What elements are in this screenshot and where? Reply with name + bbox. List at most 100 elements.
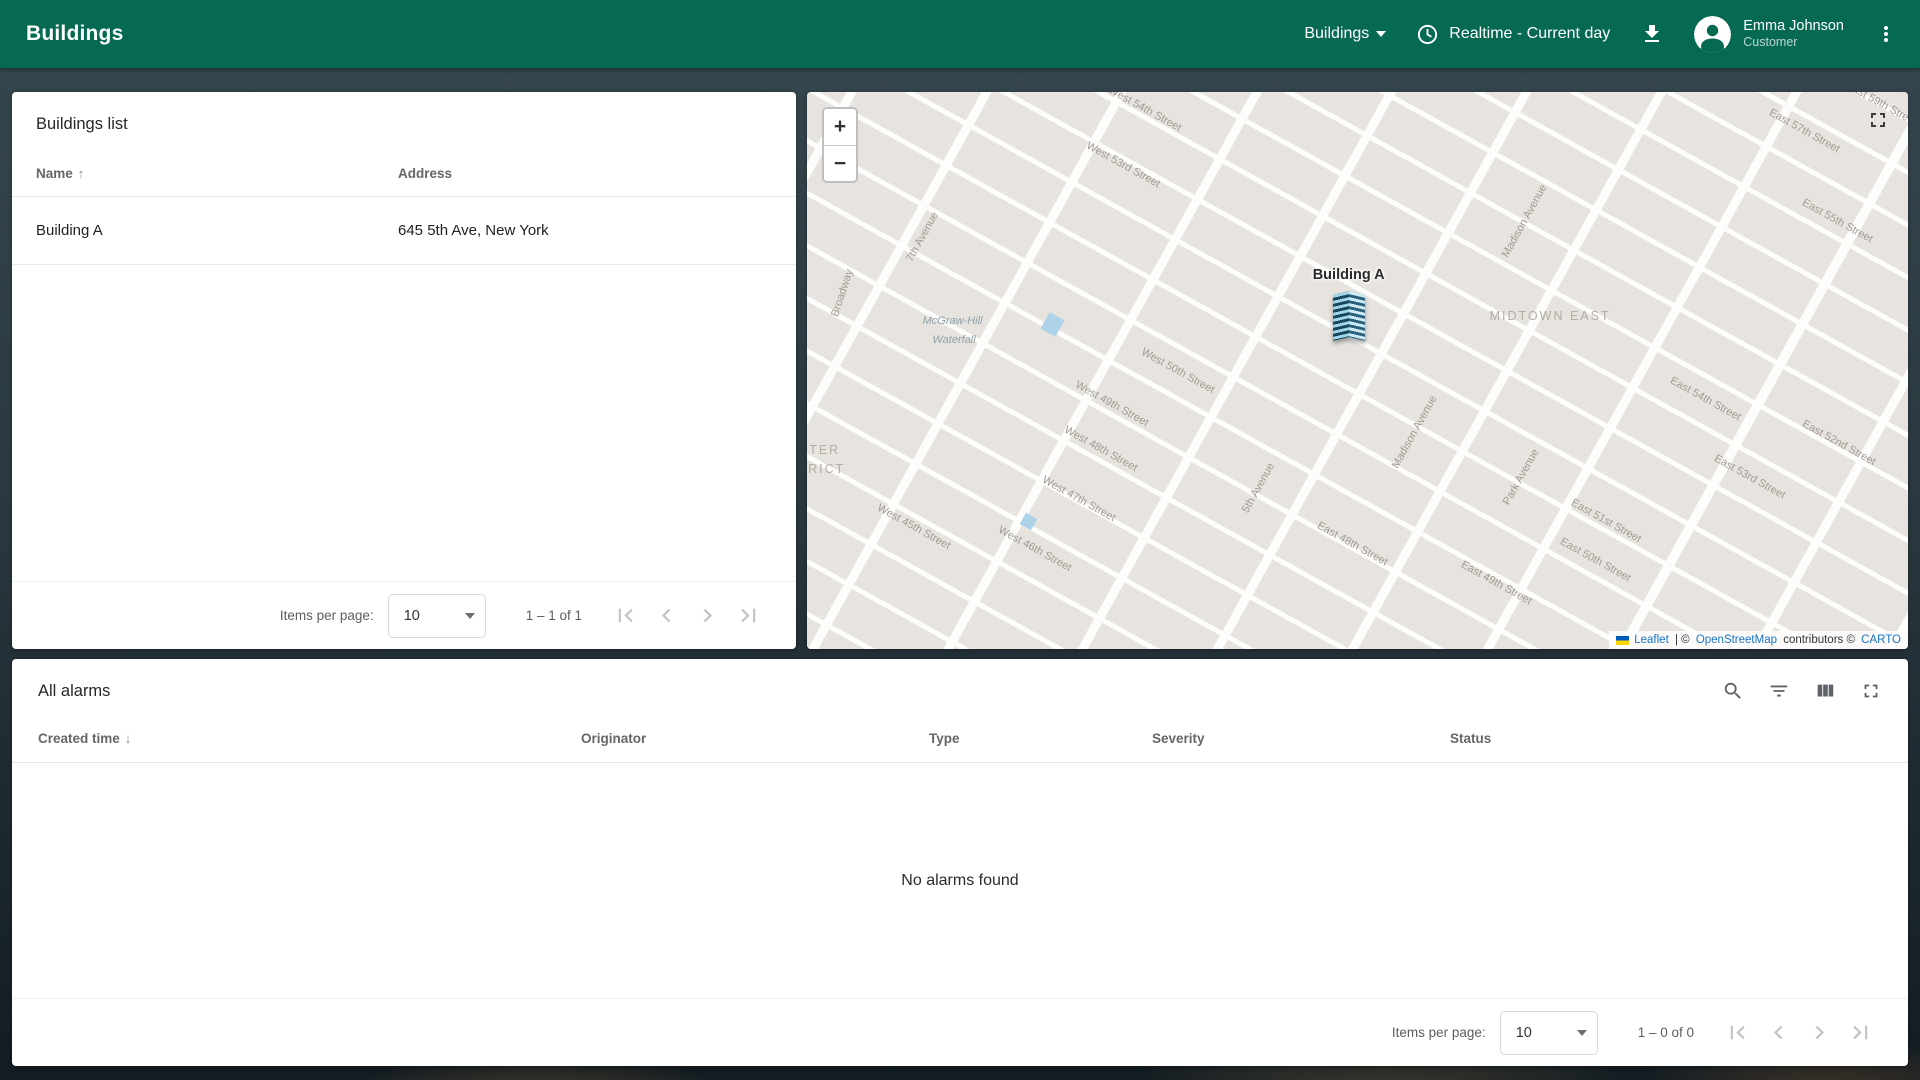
map-label: West 49th Street — [1073, 379, 1151, 430]
column-header-created-time[interactable]: Created time ↓ — [38, 731, 581, 746]
column-header-type[interactable]: Type — [929, 731, 1152, 746]
map-label: East 57th Street — [1766, 107, 1842, 156]
timewindow-button[interactable]: Realtime - Current day — [1416, 23, 1610, 46]
map-label: Madison Avenue — [1499, 182, 1550, 259]
alarms-card: All alarms Created time ↓ Originator Type Se… — [12, 659, 1908, 1066]
map[interactable]: West 54th Street West 53rd Street West 50t… — [807, 92, 1908, 649]
user-role: Customer — [1743, 35, 1798, 50]
marker-label: Building A — [1312, 267, 1385, 284]
building-icon — [1332, 291, 1365, 342]
ukraine-flag-icon — [1616, 635, 1630, 645]
map-label: West 47th Street — [1040, 473, 1118, 525]
map-label: 5th Avenue — [1239, 460, 1277, 515]
chevron-down-icon — [1376, 31, 1387, 37]
alarms-header-row: Created time ↓ Originator Type Severity Statu… — [12, 715, 1908, 763]
sort-arrow-icon: ↓ — [124, 731, 132, 746]
map-fullscreen-button[interactable] — [1866, 108, 1890, 137]
attribution-separator: | © — [1671, 634, 1693, 646]
page-size-value: 10 — [1515, 1024, 1532, 1041]
entity-select[interactable]: Buildings — [1304, 25, 1387, 43]
filter-icon[interactable] — [1768, 680, 1790, 702]
map-label: West 48th Street — [1062, 423, 1140, 474]
avatar[interactable] — [1694, 15, 1732, 53]
carto-link[interactable]: CARTO — [1861, 634, 1901, 646]
column-header-originator[interactable]: Originator — [581, 731, 929, 746]
alarms-empty-message: No alarms found — [901, 871, 1019, 889]
column-header-address[interactable]: Address — [398, 166, 772, 181]
table-cell: Building A — [36, 222, 103, 239]
last-page-button[interactable] — [735, 602, 762, 629]
map-label: East 50th Street — [1557, 535, 1633, 585]
map-labels: West 54th Street West 53rd Street West 50t… — [807, 92, 1908, 649]
table-cell: 645 5th Ave, New York — [398, 222, 549, 239]
map-zoom-control: + − — [822, 107, 858, 183]
map-label: 7th Avenue — [903, 210, 942, 265]
items-per-page-label: Items per page: — [1391, 1025, 1486, 1040]
map-label: Madison Avenue — [1389, 393, 1440, 471]
last-page-button[interactable] — [1847, 1019, 1874, 1046]
topbar: Buildings Buildings Realtime - Current d… — [0, 0, 1920, 68]
map-label: TER — [809, 442, 841, 457]
page-size-value: 10 — [403, 607, 420, 624]
map-label: East 52nd Street — [1800, 418, 1878, 469]
map-label: MIDTOWN EAST — [1489, 309, 1611, 324]
osm-link[interactable]: OpenStreetMap — [1696, 634, 1777, 646]
alarms-paginator: Items per page: 10 1 – 0 of 0 — [12, 998, 1908, 1066]
map-label: East 49th Street — [1458, 558, 1534, 607]
alarms-title: All alarms — [38, 681, 111, 700]
page-size-select[interactable]: 10 — [387, 593, 486, 638]
page-range-label: 1 – 1 of 1 — [525, 608, 582, 623]
column-header-name[interactable]: Name ↑ — [36, 166, 398, 181]
buildings-empty-space — [12, 265, 796, 581]
leaflet-link[interactable]: Leaflet — [1634, 634, 1669, 646]
next-page-button[interactable] — [694, 602, 721, 629]
more-vert-icon[interactable] — [1874, 22, 1898, 46]
column-header-status[interactable]: Status — [1450, 731, 1882, 746]
page-title: Buildings — [26, 22, 124, 45]
buildings-paginator: Items per page: 10 1 – 1 of 1 — [12, 581, 796, 649]
first-page-button[interactable] — [612, 602, 639, 629]
user-name: Emma Johnson — [1743, 18, 1844, 35]
map-label: East 51st Street — [1568, 497, 1643, 546]
fullscreen-icon[interactable] — [1860, 680, 1882, 702]
buildings-list-card: Buildings list Name ↑ Address Building A 64… — [12, 92, 796, 649]
map-label: West 45th Street — [875, 501, 953, 552]
clock-icon — [1416, 23, 1439, 46]
timewindow-label: Realtime - Current day — [1449, 25, 1611, 42]
items-per-page-label: Items per page: — [279, 608, 374, 623]
buildings-rows: Building A 645 5th Ave, New York — [12, 197, 796, 265]
map-attribution: Leaflet | © OpenStreetMap contributors ©… — [1609, 631, 1908, 649]
table-row[interactable]: Building A 645 5th Ave, New York — [12, 197, 796, 265]
map-label: East 54th Street — [1667, 374, 1743, 424]
map-label: West 46th Street — [996, 524, 1074, 575]
zoom-in-button[interactable]: + — [824, 109, 856, 145]
map-label: West 54th Street — [1106, 92, 1184, 135]
page-size-select[interactable]: 10 — [1499, 1010, 1598, 1055]
building-marker[interactable]: Building A — [1313, 267, 1385, 344]
prev-page-button[interactable] — [653, 602, 680, 629]
first-page-button[interactable] — [1724, 1019, 1751, 1046]
map-label: RICT — [808, 462, 846, 477]
map-label: McGraw-Hill — [922, 314, 983, 327]
map-label: Waterfall — [932, 334, 976, 347]
attribution-text: contributors © — [1780, 634, 1859, 646]
map-label: West 50th Street — [1139, 345, 1217, 396]
chevron-down-icon — [464, 612, 475, 619]
map-label: Park Avenue — [1500, 446, 1542, 507]
download-icon[interactable] — [1640, 22, 1664, 46]
page-range-label: 1 – 0 of 0 — [1637, 1025, 1694, 1040]
column-header-severity[interactable]: Severity — [1152, 731, 1450, 746]
search-icon[interactable] — [1722, 680, 1744, 702]
chevron-down-icon — [1576, 1029, 1587, 1036]
user-block[interactable]: Emma Johnson Customer — [1743, 17, 1844, 51]
columns-icon[interactable] — [1814, 680, 1836, 702]
prev-page-button[interactable] — [1765, 1019, 1792, 1046]
buildings-list-title: Buildings list — [36, 115, 128, 133]
sort-arrow-icon: ↑ — [77, 166, 85, 181]
zoom-out-button[interactable]: − — [824, 145, 856, 181]
next-page-button[interactable] — [1806, 1019, 1833, 1046]
map-label: Broadway — [829, 267, 856, 319]
map-label: West 53rd Street — [1084, 139, 1163, 191]
map-label: East 48th Street — [1315, 519, 1391, 568]
map-label: East 53rd Street — [1711, 452, 1788, 502]
